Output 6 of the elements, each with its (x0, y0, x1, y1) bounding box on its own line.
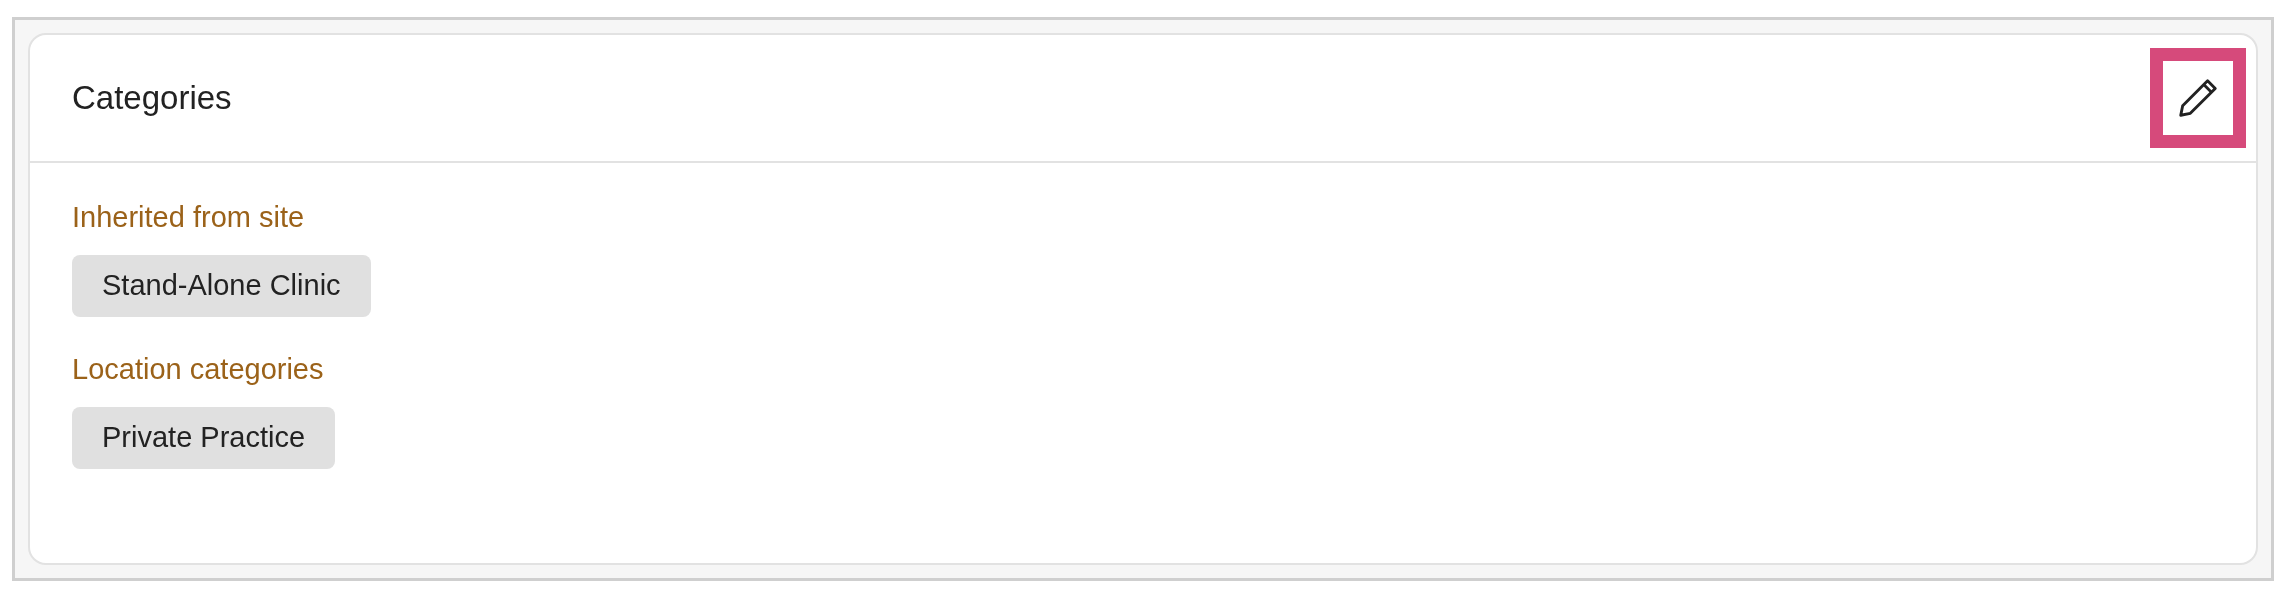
section-heading: Location categories (72, 352, 325, 387)
section-heading: Inherited from site (72, 200, 306, 235)
category-tag: Stand-Alone Clinic (72, 255, 371, 317)
card-title: Categories (72, 78, 232, 119)
category-tag: Private Practice (72, 407, 336, 469)
edit-button[interactable] (2150, 48, 2246, 148)
